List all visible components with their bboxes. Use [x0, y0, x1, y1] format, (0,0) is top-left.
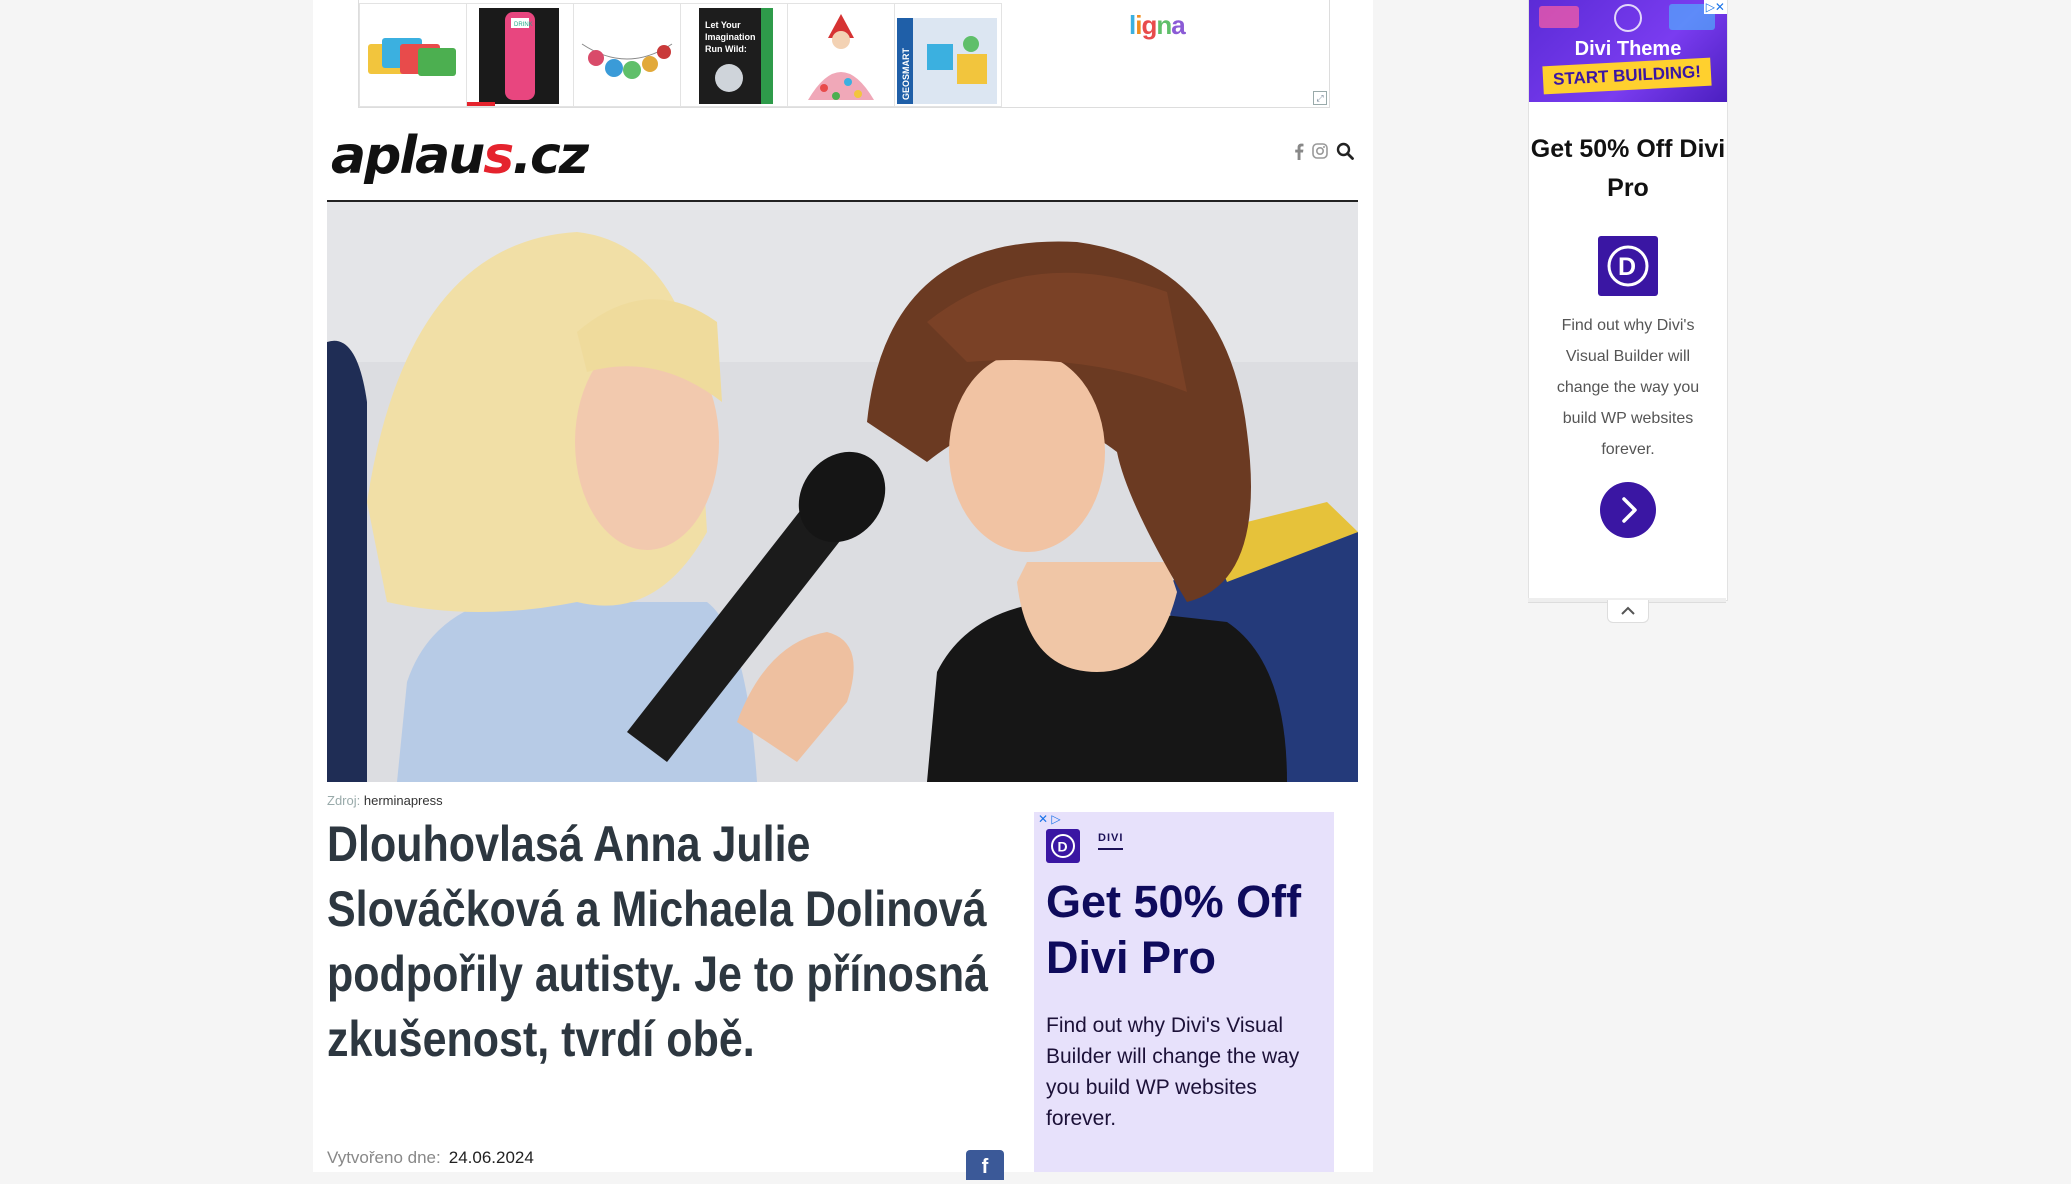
ad-product-garland[interactable]	[573, 3, 681, 107]
ad-product-doll[interactable]	[787, 3, 895, 107]
svg-text:D: D	[1618, 253, 1636, 281]
chevron-right-icon[interactable]	[1600, 482, 1656, 538]
divi-logo-icon: D	[1598, 236, 1658, 296]
sidebar-ad[interactable]: Divi Theme START BUILDING! ▷✕ Get 50% Of…	[1528, 0, 1728, 601]
facebook-icon: f	[981, 1156, 989, 1178]
ad-title: Get 50% Off Divi Pro	[1046, 876, 1302, 983]
top-ad-banner[interactable]: DRINK Let Your Imagination Run Wild: GEO…	[358, 0, 1330, 108]
svg-text:Imagination: Imagination	[705, 32, 756, 42]
ad-brand-logo: ligna	[1129, 10, 1186, 40]
article-photo[interactable]	[327, 202, 1358, 782]
article-headline: Dlouhovlasá Anna Julie Slováčková a Mich…	[327, 816, 989, 1067]
sidebar-ad-body: Find out why Divi's Visual Builder will …	[1556, 317, 1700, 458]
facebook-icon[interactable]	[1294, 143, 1304, 165]
ad-brand-label: DIVI	[1098, 832, 1124, 850]
ad-product-book[interactable]: Let Your Imagination Run Wild:	[680, 3, 788, 107]
header-icons	[1294, 142, 1354, 165]
search-icon[interactable]	[1336, 142, 1354, 165]
facebook-share-button[interactable]: f	[966, 1150, 1004, 1180]
ad-close-icon[interactable]: ✕ ▷	[1038, 812, 1061, 826]
ad-banner-image[interactable]: Divi Theme START BUILDING!	[1529, 0, 1727, 102]
sidebar-ad-title: Get 50% Off Divi Pro	[1530, 135, 1726, 202]
svg-text:Run Wild:: Run Wild:	[705, 44, 747, 54]
photo-credit: Zdroj: herminapress	[327, 793, 443, 808]
article-date: Vytvořeno dne: 24.06.2024	[327, 1148, 534, 1167]
doll-icon	[808, 14, 874, 100]
ad-product-baking-mats[interactable]	[359, 3, 467, 107]
article-photo-image	[327, 202, 1358, 782]
instagram-icon[interactable]	[1312, 143, 1328, 164]
site-logo[interactable]: aplaus.cz	[331, 128, 589, 184]
ad-body: Find out why Divi's Visual Builder will …	[1046, 1014, 1300, 1130]
svg-text:GEOSMART: GEOSMART	[901, 47, 911, 100]
ad-choices-icon[interactable]: ⤢	[1313, 91, 1327, 105]
chevron-up-icon[interactable]	[1607, 600, 1649, 623]
water-bottle-icon: DRINK	[467, 8, 559, 106]
ad-product-water-bottle[interactable]: DRINK	[466, 3, 574, 107]
svg-text:Let Your: Let Your	[705, 20, 741, 30]
ad-product-magnetic-toy[interactable]: GEOSMART	[894, 3, 1002, 107]
divi-logo-icon: D	[1046, 829, 1080, 863]
baking-mats-icon	[368, 38, 456, 76]
book-icon: Let Your Imagination Run Wild:	[699, 8, 773, 104]
inline-ad[interactable]: ✕ ▷ D DIVI Get 50% Off Divi Pro Find out…	[1034, 812, 1334, 1172]
ad-close-icon[interactable]: ▷✕	[1703, 0, 1727, 14]
svg-text:D: D	[1058, 839, 1068, 855]
svg-text:DRINK: DRINK	[514, 22, 533, 28]
garland-icon	[581, 43, 673, 79]
magnetic-toy-box-icon: GEOSMART	[897, 18, 997, 104]
